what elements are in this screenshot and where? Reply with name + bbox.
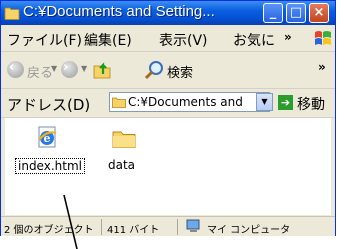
toolbar-overflow-chevron[interactable]: » bbox=[318, 60, 326, 74]
file-item-index-html[interactable]: e index.html bbox=[15, 126, 85, 181]
title-bar[interactable]: C:¥Documents and Setting... _ □ × bbox=[1, 1, 335, 25]
windows-logo-icon bbox=[315, 31, 331, 45]
folder-icon bbox=[112, 97, 126, 108]
folder-item-data[interactable]: data bbox=[108, 126, 148, 181]
search-icon[interactable] bbox=[144, 60, 164, 80]
forward-button[interactable]: › bbox=[61, 60, 78, 78]
ie-html-icon: e bbox=[38, 126, 57, 148]
back-label: 戻る bbox=[27, 66, 54, 81]
maximize-button[interactable]: □ bbox=[286, 3, 306, 23]
status-size: 411 バイト bbox=[107, 225, 160, 236]
address-bar: アドレス(D) C:¥Documents and ▼ ➔ 移動 bbox=[1, 89, 335, 118]
window-title: C:¥Documents and Setting... bbox=[23, 3, 215, 20]
menu-favorites[interactable]: お気に bbox=[233, 30, 275, 50]
search-label[interactable]: 検索 bbox=[167, 62, 193, 81]
menu-overflow-chevron[interactable]: » bbox=[284, 30, 292, 44]
menu-file[interactable]: ファイル(F) bbox=[7, 30, 82, 50]
menu-bar: ファイル(F) 編集(E) 表示(V) お気に » bbox=[1, 25, 335, 52]
status-object-count: 2 個のオブジェクト bbox=[4, 225, 94, 236]
status-divider bbox=[101, 219, 102, 235]
forward-dropdown-icon[interactable]: ▼ bbox=[81, 64, 87, 73]
back-dropdown-icon[interactable]: ▼ bbox=[51, 64, 57, 73]
folder-name: data bbox=[108, 158, 136, 172]
go-arrow-icon[interactable]: ➔ bbox=[278, 95, 293, 110]
forward-arrow-icon: › bbox=[63, 60, 69, 75]
my-computer-icon bbox=[186, 219, 200, 232]
toolbar: ‹ 戻る ▼ › ▼ 検索 » bbox=[1, 52, 335, 89]
minimize-button[interactable]: _ bbox=[263, 3, 283, 23]
address-dropdown-button[interactable]: ▼ bbox=[256, 93, 273, 111]
address-label: アドレス(D) bbox=[7, 96, 91, 114]
menu-edit[interactable]: 編集(E) bbox=[84, 30, 132, 50]
status-divider bbox=[177, 219, 178, 235]
explorer-window: C:¥Documents and Setting... _ □ × ファイル(F… bbox=[0, 0, 336, 236]
folder-icon bbox=[4, 7, 20, 20]
status-location: マイ コンピュータ bbox=[207, 225, 291, 236]
up-folder-icon[interactable] bbox=[93, 60, 111, 79]
go-button[interactable]: 移動 bbox=[297, 94, 325, 114]
close-button[interactable]: × bbox=[309, 3, 329, 23]
file-list-pane[interactable]: e index.html data bbox=[5, 118, 331, 215]
status-bar: 2 個のオブジェクト 411 バイト マイ コンピュータ bbox=[1, 216, 335, 236]
menu-view[interactable]: 表示(V) bbox=[159, 30, 208, 50]
back-button[interactable]: ‹ bbox=[7, 60, 24, 78]
address-value: C:¥Documents and bbox=[128, 95, 243, 109]
back-arrow-icon: ‹ bbox=[9, 60, 15, 75]
address-input[interactable]: C:¥Documents and bbox=[109, 92, 270, 112]
file-name: index.html bbox=[15, 158, 85, 174]
folder-icon bbox=[112, 131, 136, 148]
